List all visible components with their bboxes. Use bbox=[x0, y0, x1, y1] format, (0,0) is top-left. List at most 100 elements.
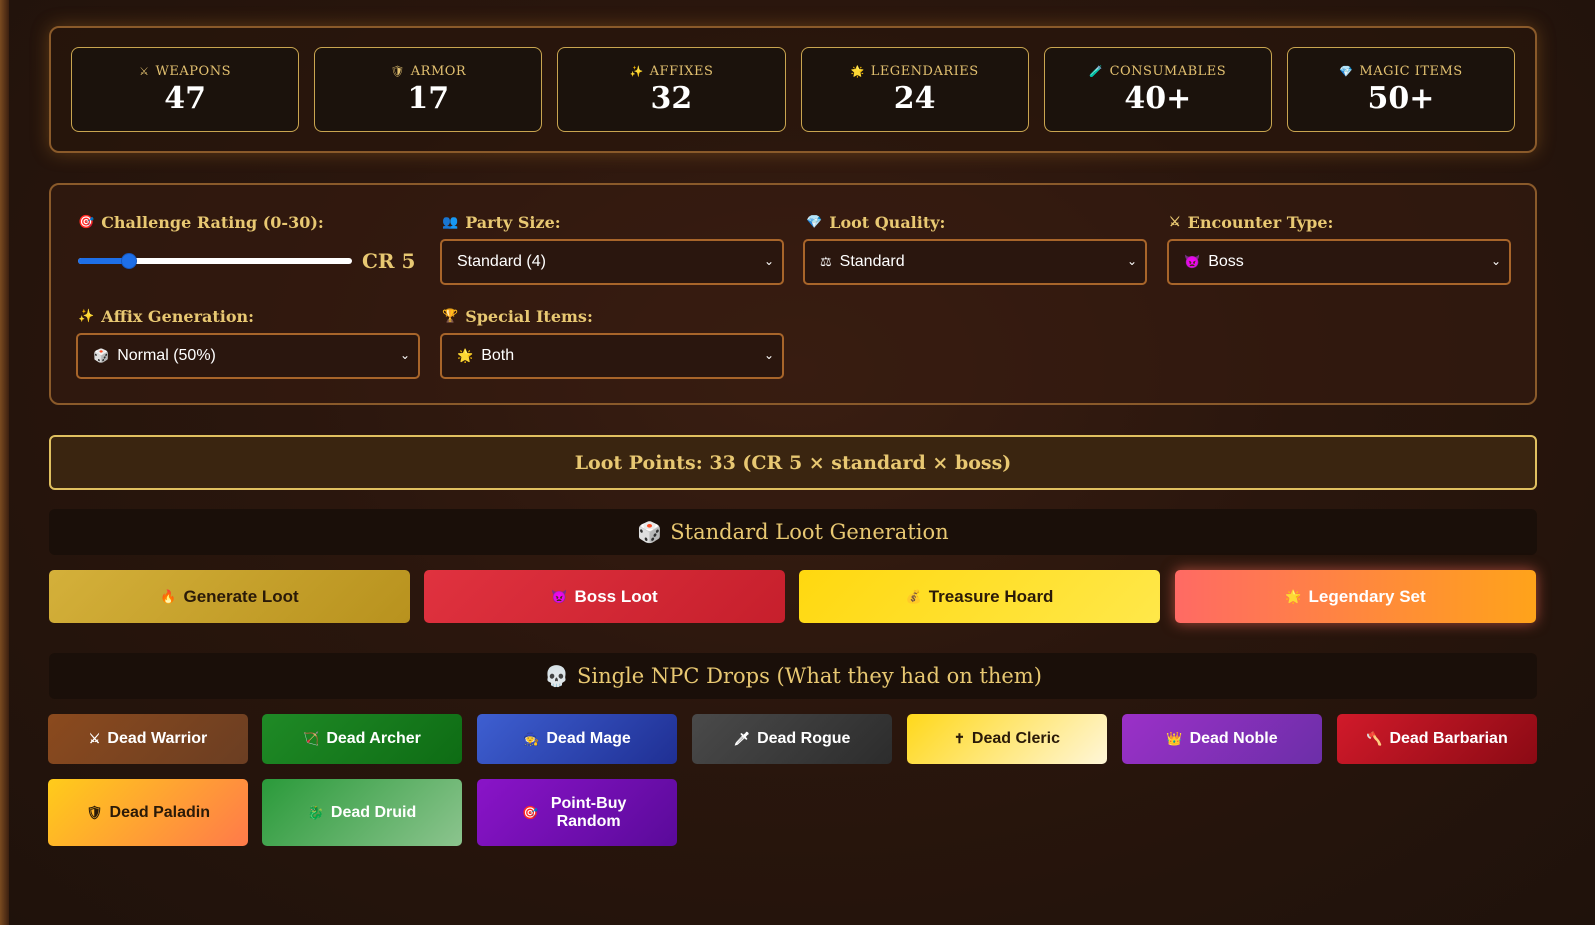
devil-icon: 👿 bbox=[551, 588, 568, 604]
stat-affixes: ✨ AFFIXES 32 bbox=[557, 47, 786, 132]
devil-icon: 👿 bbox=[1184, 254, 1201, 269]
affix-generation-select[interactable]: 🎲 Normal (50%) ⌄ bbox=[76, 333, 420, 379]
stat-label: ARMOR bbox=[410, 63, 467, 79]
loot-quality-value: Standard bbox=[839, 253, 905, 270]
encounter-type-value: Boss bbox=[1208, 253, 1244, 270]
stat-weapons: ⚔ WEAPONS 47 bbox=[71, 47, 300, 132]
stats-panel: ⚔ WEAPONS 47 🛡 ARMOR 17 ✨ AFFIXES 32 🌟 LEGEN… bbox=[49, 26, 1537, 153]
dragon-icon: 🐉 bbox=[307, 804, 324, 820]
stat-legendaries: 🌟 LEGENDARIES 24 bbox=[800, 47, 1029, 132]
stat-consumables: 🧪 CONSUMABLES 40+ bbox=[1043, 47, 1272, 132]
encounter-type-select[interactable]: 👿 Boss ⌄ bbox=[1167, 239, 1511, 285]
dead-paladin-button[interactable]: 🛡 Dead Paladin bbox=[48, 779, 248, 846]
npc-drops-header: 💀 Single NPC Drops (What they had on the… bbox=[49, 653, 1537, 699]
dead-mage-button[interactable]: 🧙 Dead Mage bbox=[477, 714, 677, 764]
stat-label: AFFIXES bbox=[649, 63, 714, 79]
button-label: Boss Loot bbox=[574, 586, 658, 606]
gem-icon: 💎 bbox=[806, 214, 823, 230]
slider-thumb[interactable] bbox=[121, 253, 137, 269]
dead-druid-button[interactable]: 🐉 Dead Druid bbox=[262, 779, 462, 846]
chevron-down-icon: ⌄ bbox=[763, 348, 774, 362]
star-icon: 🌟 bbox=[457, 348, 474, 363]
button-label: Dead Barbarian bbox=[1389, 730, 1508, 747]
star-icon: 🌟 bbox=[850, 64, 865, 78]
wizard-icon: 🧙 bbox=[523, 731, 540, 746]
loot-quality-select[interactable]: ⚖ Standard ⌄ bbox=[803, 239, 1147, 285]
button-label: Generate Loot bbox=[183, 586, 299, 606]
stat-value: 24 bbox=[893, 80, 936, 116]
money-bag-icon: 💰 bbox=[905, 588, 922, 604]
encounter-type-field: ⚔ Encounter Type: bbox=[1169, 212, 1333, 232]
config-panel: 🎯 Challenge Rating (0-30): CR 5 👥 Party Si… bbox=[49, 183, 1537, 405]
generate-loot-button[interactable]: 🔥 Generate Loot bbox=[49, 570, 410, 623]
fire-icon: 🔥 bbox=[160, 588, 177, 604]
button-label: Dead Mage bbox=[546, 730, 631, 747]
button-label: Dead Noble bbox=[1189, 730, 1278, 747]
chevron-down-icon: ⌄ bbox=[399, 348, 410, 362]
trophy-icon: 🏆 bbox=[442, 308, 459, 324]
dead-cleric-button[interactable]: ✝ Dead Cleric bbox=[907, 714, 1107, 764]
section-title: Single NPC Drops (What they had on them) bbox=[576, 664, 1042, 688]
loot-quality-label: Loot Quality: bbox=[829, 212, 946, 232]
special-items-value: Both bbox=[481, 347, 515, 364]
challenge-rating-label: Challenge Rating (0-30): bbox=[101, 212, 324, 232]
stat-value: 47 bbox=[164, 80, 206, 116]
dead-noble-button[interactable]: 👑 Dead Noble bbox=[1122, 714, 1322, 764]
sparkles-icon: ✨ bbox=[629, 64, 644, 78]
shield-icon: 🛡 bbox=[86, 804, 103, 820]
stat-label: CONSUMABLES bbox=[1109, 63, 1227, 79]
button-label: Dead Rogue bbox=[757, 730, 851, 747]
stat-magic-items: 💎 MAGIC ITEMS 50+ bbox=[1286, 47, 1516, 132]
target-icon: 🎯 bbox=[522, 804, 539, 820]
loot-quality-field: 💎 Loot Quality: bbox=[806, 212, 945, 232]
special-items-field: 🏆 Special Items: bbox=[442, 306, 593, 326]
crossed-swords-icon: ⚔ bbox=[1169, 214, 1181, 230]
sparkles-icon: ✨ bbox=[78, 308, 95, 324]
affix-generation-label: Affix Generation: bbox=[101, 306, 255, 326]
button-label: Dead Paladin bbox=[109, 803, 210, 821]
potion-icon: 🧪 bbox=[1089, 64, 1104, 78]
scales-icon: ⚖ bbox=[820, 254, 832, 269]
crown-icon: 👑 bbox=[1166, 731, 1183, 746]
cross-icon: ✝ bbox=[954, 731, 965, 746]
party-size-value: Standard (4) bbox=[457, 253, 546, 270]
star-icon: 🌟 bbox=[1285, 588, 1302, 604]
button-label: Dead Warrior bbox=[107, 730, 208, 747]
skull-icon: 💀 bbox=[544, 664, 569, 688]
point-buy-random-button[interactable]: 🎯 Point-Buy Random bbox=[477, 779, 677, 846]
challenge-rating-slider[interactable] bbox=[78, 253, 352, 269]
dagger-icon: 🗡 bbox=[733, 731, 751, 746]
bow-icon: 🏹 bbox=[303, 731, 320, 746]
special-items-select[interactable]: 🌟 Both ⌄ bbox=[440, 333, 784, 379]
loot-generator-page: ⚔ WEAPONS 47 🛡 ARMOR 17 ✨ AFFIXES 32 🌟 LEGEN… bbox=[0, 0, 1595, 925]
party-size-select[interactable]: Standard (4) ⌄ bbox=[440, 239, 784, 285]
stat-value: 50+ bbox=[1367, 80, 1435, 116]
affix-generation-value: Normal (50%) bbox=[117, 347, 216, 364]
axe-icon: 🪓 bbox=[1366, 731, 1383, 746]
left-border bbox=[0, 0, 9, 925]
button-label: Point-Buy Random bbox=[550, 794, 627, 830]
chevron-down-icon: ⌄ bbox=[1126, 254, 1137, 268]
treasure-hoard-button[interactable]: 💰 Treasure Hoard bbox=[799, 570, 1160, 623]
dead-archer-button[interactable]: 🏹 Dead Archer bbox=[262, 714, 462, 764]
stat-label: WEAPONS bbox=[155, 63, 231, 79]
dead-barbarian-button[interactable]: 🪓 Dead Barbarian bbox=[1337, 714, 1537, 764]
legendary-set-button[interactable]: 🌟 Legendary Set bbox=[1175, 570, 1536, 623]
standard-loot-header: 🎲 Standard Loot Generation bbox=[49, 509, 1537, 555]
dead-warrior-button[interactable]: ⚔ Dead Warrior bbox=[48, 714, 248, 764]
button-label: Dead Druid bbox=[330, 803, 417, 821]
dice-icon: 🎲 bbox=[637, 520, 663, 544]
stat-value: 17 bbox=[407, 80, 450, 116]
party-size-field: 👥 Party Size: bbox=[442, 212, 561, 232]
challenge-rating-value: CR 5 bbox=[362, 249, 416, 273]
boss-loot-button[interactable]: 👿 Boss Loot bbox=[424, 570, 785, 623]
dead-rogue-button[interactable]: 🗡 Dead Rogue bbox=[692, 714, 892, 764]
chevron-down-icon: ⌄ bbox=[1490, 254, 1501, 268]
button-content: 🎯 Point-Buy Random bbox=[522, 795, 632, 831]
people-icon: 👥 bbox=[442, 214, 459, 230]
button-label: Dead Cleric bbox=[971, 730, 1060, 747]
loot-points-display: Loot Points: 33 (CR 5 × standard × boss) bbox=[49, 435, 1537, 490]
section-title: Standard Loot Generation bbox=[670, 520, 949, 544]
stat-armor: 🛡 ARMOR 17 bbox=[314, 47, 543, 132]
button-label: Legendary Set bbox=[1308, 586, 1426, 606]
